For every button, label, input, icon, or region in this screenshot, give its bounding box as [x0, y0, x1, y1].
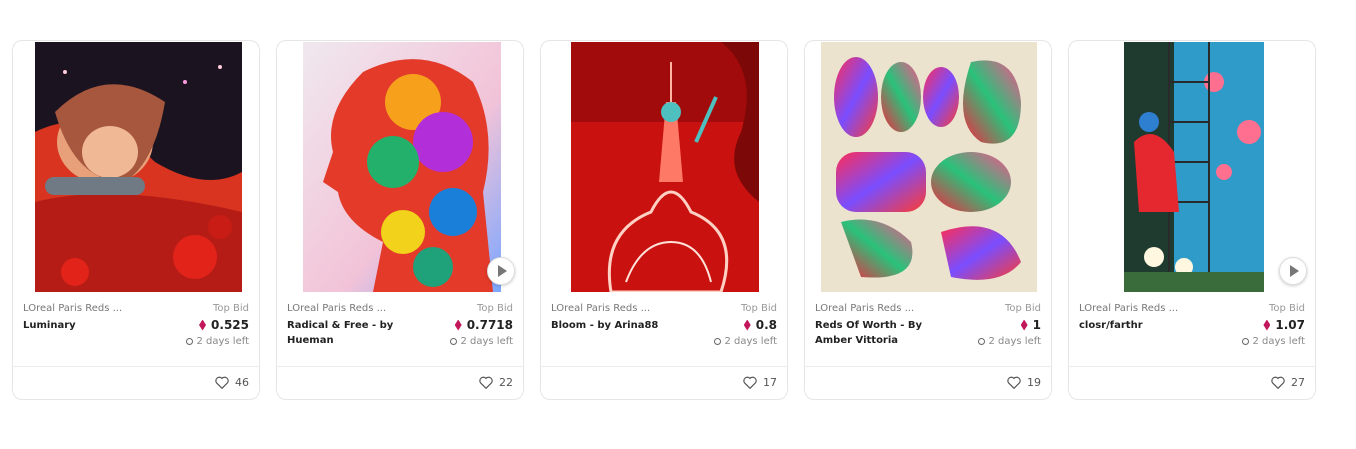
price-value: 0.8: [755, 318, 777, 332]
eth-diamond-icon: [1263, 319, 1271, 331]
time-left: 2 days left: [714, 336, 777, 347]
eth-diamond-icon: [454, 319, 462, 331]
top-bid-label: Top Bid: [212, 303, 249, 314]
time-left: 2 days left: [1242, 336, 1305, 347]
divider: [13, 366, 259, 367]
price-value: 0.7718: [466, 318, 513, 332]
nft-card[interactable]: LOreal Paris Reds ... Top Bid Bloom - by…: [540, 40, 788, 400]
time-left-text: 2 days left: [1252, 336, 1305, 347]
collection-name[interactable]: LOreal Paris Reds ...: [1079, 303, 1178, 314]
nft-card[interactable]: LOreal Paris Reds ... Top Bid Luminary 0…: [12, 40, 260, 400]
time-left-text: 2 days left: [460, 336, 513, 347]
collection-name[interactable]: LOreal Paris Reds ...: [23, 303, 122, 314]
divider: [1069, 366, 1315, 367]
heart-icon: [743, 376, 757, 389]
heart-icon: [215, 376, 229, 389]
clock-icon: [978, 338, 986, 345]
like-button[interactable]: 27: [1271, 376, 1305, 389]
artwork-image[interactable]: [35, 42, 242, 292]
clock-icon: [450, 338, 458, 345]
price: 0.7718: [454, 318, 513, 332]
nft-card[interactable]: LOreal Paris Reds ... Top Bid closr/fart…: [1068, 40, 1316, 400]
price: 0.525: [199, 318, 249, 332]
nft-title[interactable]: Reds Of Worth - By Amber Vittoria: [815, 318, 945, 348]
price-value: 0.525: [211, 318, 249, 332]
price: 1.07: [1263, 318, 1305, 332]
video-play-button[interactable]: [1279, 257, 1307, 285]
like-count: 46: [235, 376, 249, 389]
artwork-image[interactable]: [571, 42, 759, 292]
time-left: 2 days left: [186, 336, 249, 347]
heart-icon: [1007, 376, 1021, 389]
like-button[interactable]: 17: [743, 376, 777, 389]
like-button[interactable]: 22: [479, 376, 513, 389]
eth-diamond-icon: [1020, 319, 1028, 331]
like-count: 19: [1027, 376, 1041, 389]
like-button[interactable]: 46: [215, 376, 249, 389]
collection-name[interactable]: LOreal Paris Reds ...: [815, 303, 914, 314]
price-value: 1.07: [1275, 318, 1305, 332]
top-bid-label: Top Bid: [476, 303, 513, 314]
eth-diamond-icon: [199, 319, 207, 331]
heart-icon: [1271, 376, 1285, 389]
nft-card[interactable]: LOreal Paris Reds ... Top Bid Reds Of Wo…: [804, 40, 1052, 400]
like-count: 27: [1291, 376, 1305, 389]
divider: [277, 366, 523, 367]
price-value: 1: [1032, 318, 1041, 332]
divider: [541, 366, 787, 367]
play-icon: [1290, 265, 1299, 277]
nft-title[interactable]: closr/farthr: [1079, 318, 1209, 333]
clock-icon: [1242, 338, 1250, 345]
like-count: 17: [763, 376, 777, 389]
price: 0.8: [743, 318, 777, 332]
top-bid-label: Top Bid: [740, 303, 777, 314]
top-bid-label: Top Bid: [1268, 303, 1305, 314]
time-left-text: 2 days left: [988, 336, 1041, 347]
collection-name[interactable]: LOreal Paris Reds ...: [287, 303, 386, 314]
time-left-text: 2 days left: [724, 336, 777, 347]
top-bid-label: Top Bid: [1004, 303, 1041, 314]
heart-icon: [479, 376, 493, 389]
artwork-image[interactable]: [303, 42, 501, 292]
time-left-text: 2 days left: [196, 336, 249, 347]
like-button[interactable]: 19: [1007, 376, 1041, 389]
nft-title[interactable]: Bloom - by Arina88: [551, 318, 681, 333]
time-left: 2 days left: [978, 336, 1041, 347]
clock-icon: [714, 338, 722, 345]
divider: [805, 366, 1051, 367]
video-play-button[interactable]: [487, 257, 515, 285]
artwork-image[interactable]: [1124, 42, 1264, 292]
collection-name[interactable]: LOreal Paris Reds ...: [551, 303, 650, 314]
like-count: 22: [499, 376, 513, 389]
nft-title[interactable]: Radical & Free - by Hueman: [287, 318, 417, 348]
price: 1: [1020, 318, 1041, 332]
time-left: 2 days left: [450, 336, 513, 347]
eth-diamond-icon: [743, 319, 751, 331]
play-icon: [498, 265, 507, 277]
clock-icon: [186, 338, 194, 345]
nft-title[interactable]: Luminary: [23, 318, 153, 333]
nft-card-grid: LOreal Paris Reds ... Top Bid Luminary 0…: [12, 40, 1316, 400]
artwork-image[interactable]: [821, 42, 1037, 292]
nft-card[interactable]: LOreal Paris Reds ... Top Bid Radical & …: [276, 40, 524, 400]
